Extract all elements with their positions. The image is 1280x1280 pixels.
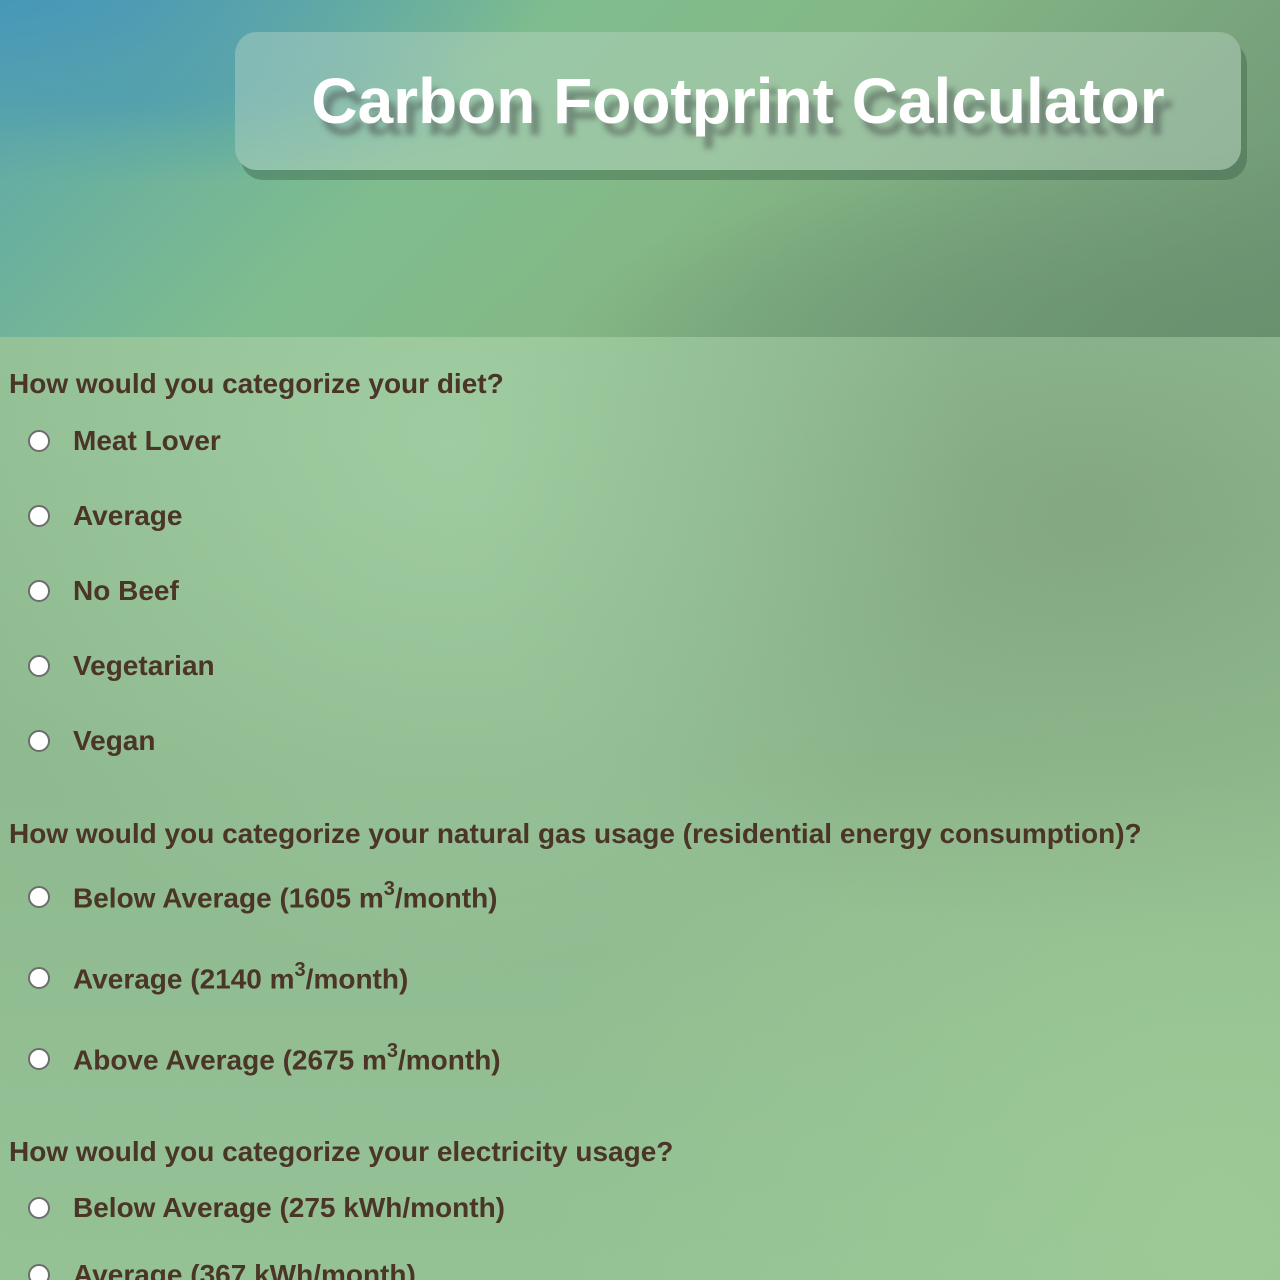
question-electricity: How would you categorize your electricit… — [9, 1136, 674, 1167]
option-label: Meat Lover — [73, 425, 221, 456]
option-label: Above Average (2675 m3/month) — [73, 1040, 501, 1076]
diet-option-vegan[interactable]: Vegan — [28, 725, 155, 757]
radio-button[interactable] — [28, 505, 50, 527]
diet-option-meat-lover[interactable]: Meat Lover — [28, 425, 221, 457]
diet-option-vegetarian[interactable]: Vegetarian — [28, 650, 215, 682]
option-label: No Beef — [73, 575, 179, 606]
option-label: Vegetarian — [73, 650, 215, 681]
radio-button[interactable] — [28, 967, 50, 990]
gas-option-above-average[interactable]: Above Average (2675 m3/month) — [28, 1040, 501, 1076]
page-title: Carbon Footprint Calculator — [311, 65, 1165, 137]
radio-button[interactable] — [28, 1048, 50, 1071]
question-natural-gas: How would you categorize your natural ga… — [9, 818, 1142, 849]
radio-button[interactable] — [28, 886, 50, 909]
radio-button[interactable] — [28, 655, 50, 677]
gas-option-below-average[interactable]: Below Average (1605 m3/month) — [28, 878, 498, 914]
option-label: Average (2140 m3/month) — [73, 959, 409, 995]
electricity-option-average[interactable]: Average (367 kWh/month) — [28, 1259, 416, 1280]
option-label: Vegan — [73, 725, 156, 756]
radio-button[interactable] — [28, 430, 50, 452]
electricity-option-below-average[interactable]: Below Average (275 kWh/month) — [28, 1192, 505, 1224]
option-label: Below Average (1605 m3/month) — [73, 878, 498, 914]
radio-button[interactable] — [28, 730, 50, 752]
option-label: Average — [73, 500, 183, 531]
radio-button[interactable] — [28, 1197, 50, 1219]
diet-option-no-beef[interactable]: No Beef — [28, 575, 179, 607]
title-card: Carbon Footprint Calculator — [235, 32, 1241, 170]
radio-button[interactable] — [28, 580, 50, 602]
option-label: Below Average (275 kWh/month) — [73, 1192, 506, 1223]
option-label: Average (367 kWh/month) — [73, 1259, 416, 1280]
diet-option-average[interactable]: Average — [28, 500, 182, 532]
gas-option-average[interactable]: Average (2140 m3/month) — [28, 959, 409, 995]
question-diet: How would you categorize your diet? — [9, 368, 504, 399]
radio-button[interactable] — [28, 1264, 50, 1280]
header-band: Carbon Footprint Calculator — [0, 0, 1280, 337]
